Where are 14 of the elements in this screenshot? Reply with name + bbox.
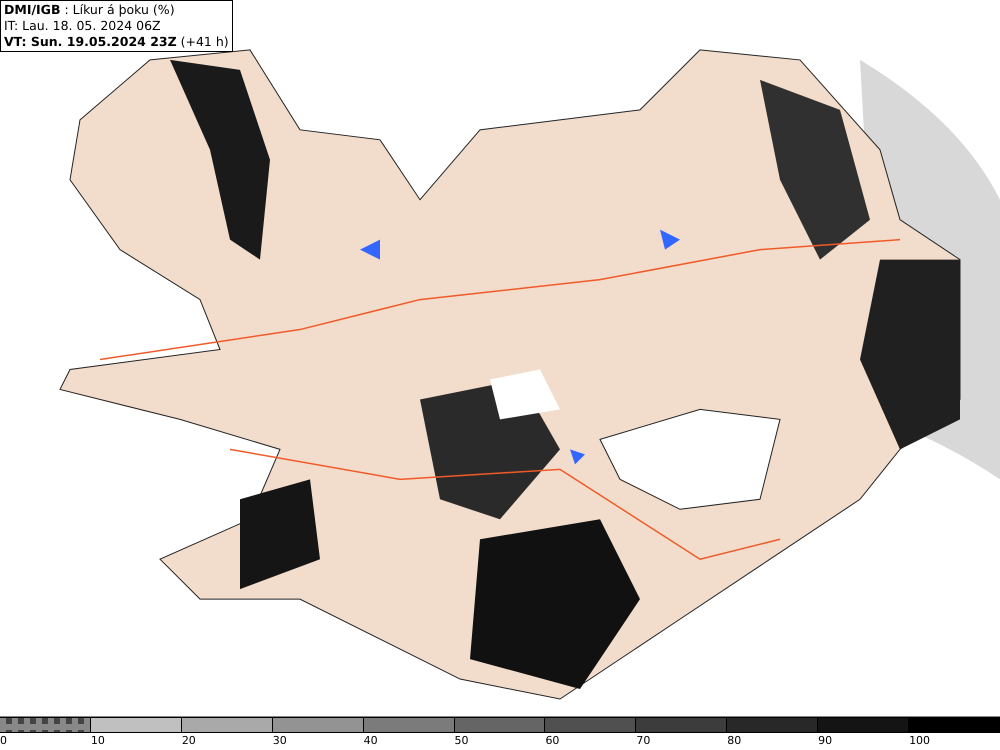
- legend-label: 70: [636, 733, 650, 748]
- legend-label: 60: [545, 733, 560, 748]
- info-line: DMI/IGB : Líkur á þoku (%): [4, 2, 176, 18]
- legend-label: 50: [454, 733, 469, 748]
- info-line: IT: Lau. 18. 05. 2024 06Z: [4, 18, 162, 34]
- legend-label: 0: [0, 733, 7, 748]
- legend-label: 10: [90, 733, 105, 748]
- info-line: VT: Sun. 19.05.2024 23Z (+41 h): [4, 34, 229, 50]
- legend-label: 20: [182, 733, 196, 748]
- legend-label: 40: [364, 733, 378, 748]
- legend-label: 30: [272, 733, 287, 748]
- legend-label: 90: [818, 733, 832, 748]
- legend-label: 80: [727, 733, 742, 748]
- legend-label: 100: [909, 733, 930, 748]
